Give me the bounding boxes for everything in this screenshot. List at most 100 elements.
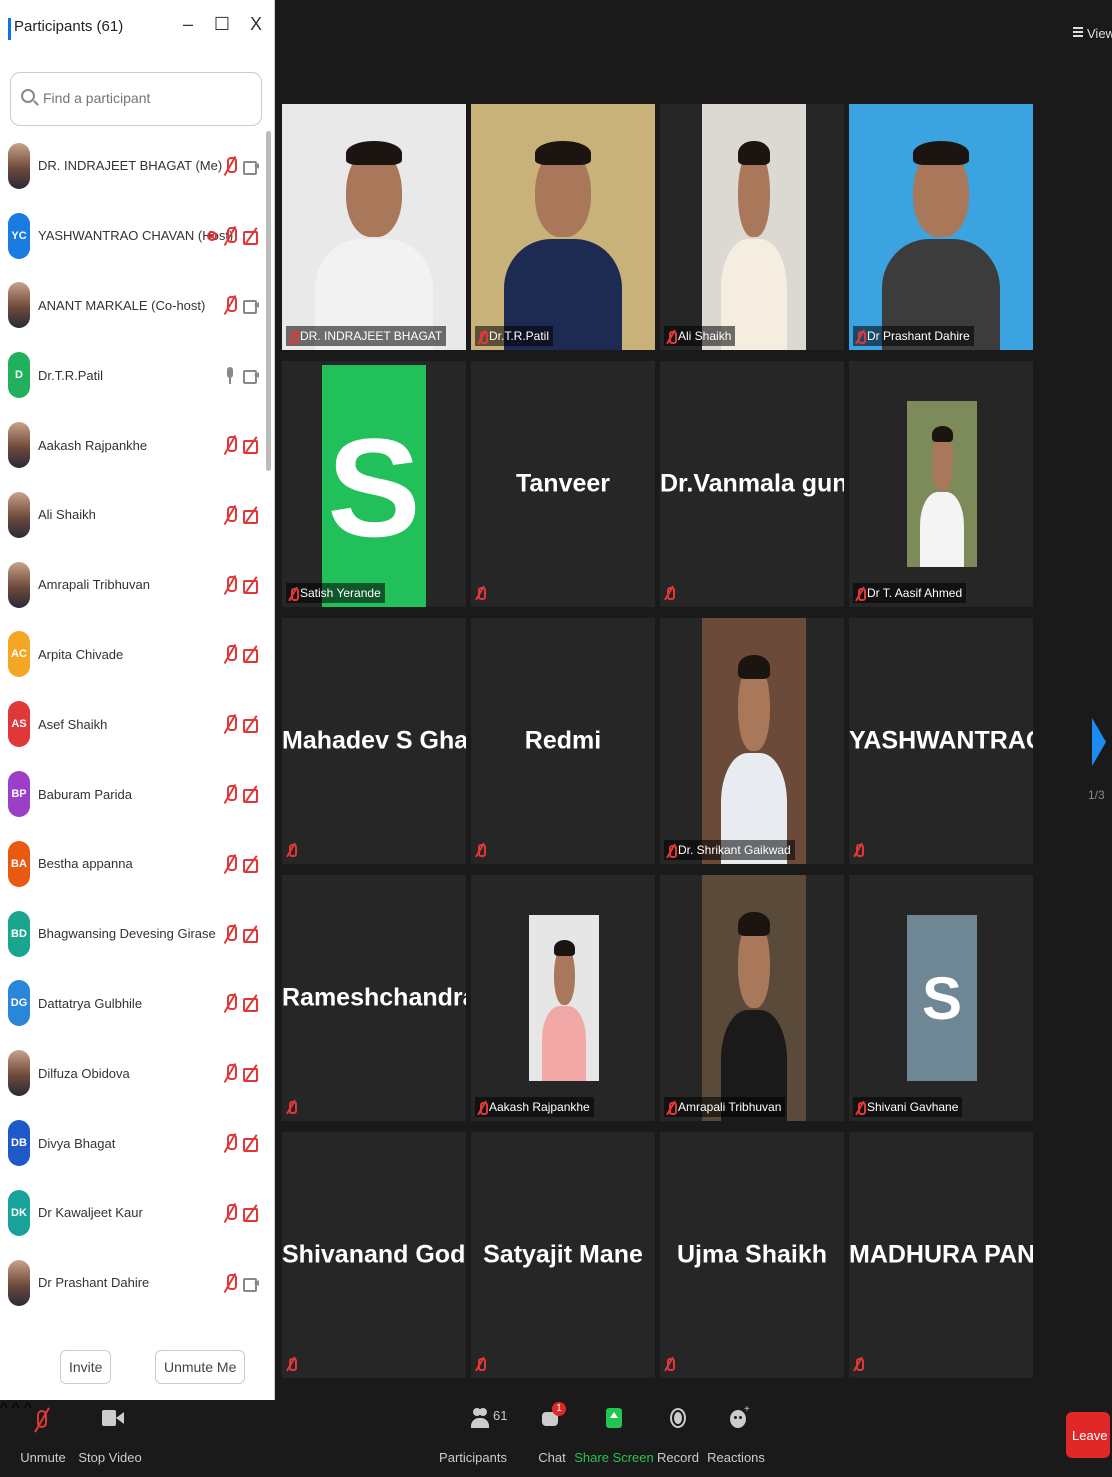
- mic-muted-icon: [223, 575, 237, 595]
- video-tile[interactable]: DR. INDRAJEET BHAGAT: [282, 104, 466, 350]
- view-label: View: [1087, 25, 1112, 41]
- participant-list-scrollbar[interactable]: [266, 131, 271, 471]
- participant-row[interactable]: Ali Shaikh: [0, 480, 265, 550]
- participant-video: [849, 104, 1033, 350]
- video-tile[interactable]: Ali Shaikh: [660, 104, 844, 350]
- video-options-caret-icon[interactable]: ^: [12, 1400, 20, 1417]
- participant-row[interactable]: D Dr.T.R.Patil: [0, 340, 265, 410]
- participant-row[interactable]: BA Bestha appanna: [0, 829, 265, 899]
- chat-button[interactable]: 1 Chat: [532, 1400, 572, 1477]
- next-page-arrow-icon[interactable]: [1092, 718, 1106, 766]
- mic-muted-icon: [223, 644, 237, 664]
- participant-row[interactable]: AS Asef Shaikh: [0, 689, 265, 759]
- unmute-me-button[interactable]: Unmute Me: [155, 1350, 246, 1384]
- page-indicator: 1/3: [1088, 788, 1105, 802]
- close-button[interactable]: X: [246, 14, 266, 35]
- participant-status-icons: [223, 505, 259, 525]
- video-tile[interactable]: S Shivani Gavhane: [849, 875, 1033, 1121]
- tile-display-name: Shivanand Gode...: [282, 1240, 466, 1269]
- video-tile[interactable]: MADHURA PAN...: [849, 1132, 1033, 1378]
- avatar: DK: [8, 1189, 30, 1236]
- tile-name: Shivani Gavhane: [867, 1100, 959, 1114]
- mic-muted-icon: [223, 854, 237, 874]
- mic-muted-icon: [223, 1133, 237, 1153]
- participant-row[interactable]: Dilfuza Obidova: [0, 1038, 265, 1108]
- participant-row[interactable]: Aakash Rajpankhe: [0, 410, 265, 480]
- tile-name: Ali Shaikh: [678, 329, 732, 343]
- audio-options-caret-icon[interactable]: ^: [0, 1400, 8, 1417]
- mic-muted-icon: [855, 586, 866, 602]
- reactions-button[interactable]: + Reactions: [707, 1400, 765, 1477]
- participant-row[interactable]: ANANT MARKALE (Co-host): [0, 271, 265, 341]
- tile-display-name: Tanveer: [515, 469, 611, 498]
- chat-icon: 1: [532, 1400, 572, 1440]
- tile-name: Aakash Rajpankhe: [489, 1100, 590, 1114]
- share-screen-button[interactable]: Share Screen: [574, 1400, 654, 1477]
- mic-muted-icon: [666, 1100, 677, 1116]
- participant-video: [702, 875, 806, 1121]
- video-tile[interactable]: Dr Prashant Dahire: [849, 104, 1033, 350]
- mic-muted-icon: [223, 1063, 237, 1083]
- person-hair: [738, 654, 770, 680]
- camera-off-icon: [243, 716, 259, 734]
- video-tile[interactable]: Dr.T.R.Patil: [471, 104, 655, 350]
- record-button[interactable]: Record: [657, 1400, 699, 1477]
- video-tile[interactable]: Shivanand Gode...: [282, 1132, 466, 1378]
- tile-name: Dr.T.R.Patil: [489, 329, 550, 343]
- participant-row[interactable]: DK Dr Kawaljeet Kaur: [0, 1178, 265, 1248]
- participant-row[interactable]: YC YASHWANTRAO CHAVAN (Host): [0, 201, 265, 271]
- video-tile[interactable]: Amrapali Tribhuvan: [660, 875, 844, 1121]
- search-box[interactable]: [10, 72, 262, 126]
- camera-off-icon: [243, 437, 259, 455]
- video-tile[interactable]: Rameshchandra....: [282, 875, 466, 1121]
- participants-button[interactable]: 61 Participants: [439, 1400, 507, 1477]
- participant-row[interactable]: Amrapali Tribhuvan: [0, 550, 265, 620]
- maximize-button[interactable]: ☐: [212, 14, 232, 35]
- avatar: BP: [8, 771, 30, 818]
- participants-panel: Participants (61) – ☐ X DR. INDRAJEET BH…: [0, 0, 275, 1413]
- video-tile[interactable]: Satyajit Mane: [471, 1132, 655, 1378]
- participant-row[interactable]: BD Bhagwansing Devesing Girase: [0, 899, 265, 969]
- participant-status-icons: [223, 156, 259, 176]
- video-tile[interactable]: Redmi: [471, 618, 655, 864]
- participant-row[interactable]: Dr Prashant Dahire: [0, 1248, 265, 1318]
- avatar: YC: [8, 212, 30, 259]
- tile-display-name: Ujma Shaikh: [676, 1240, 828, 1269]
- participant-row[interactable]: BP Baburam Parida: [0, 759, 265, 829]
- invite-button[interactable]: Invite: [60, 1350, 112, 1384]
- video-tile[interactable]: Tanveer: [471, 361, 655, 607]
- share-screen-label: Share Screen: [574, 1450, 654, 1465]
- video-tile[interactable]: Mahadev S Ghatul: [282, 618, 466, 864]
- unmute-button[interactable]: Unmute: [20, 1400, 66, 1477]
- participant-row[interactable]: AC Arpita Chivade: [0, 620, 265, 690]
- view-button[interactable]: View: [1073, 22, 1112, 44]
- video-tile[interactable]: Aakash Rajpankhe: [471, 875, 655, 1121]
- leave-button[interactable]: Leave: [1066, 1412, 1110, 1458]
- video-tile[interactable]: Dr. Shrikant Gaikwad: [660, 618, 844, 864]
- record-label: Record: [657, 1450, 699, 1465]
- person-hair: [738, 140, 770, 166]
- person-body: [919, 492, 965, 567]
- mic-muted-icon: [853, 842, 864, 858]
- camera-off-icon: [243, 1135, 259, 1153]
- participant-row[interactable]: DR. INDRAJEET BHAGAT (Me): [0, 131, 265, 201]
- search-input[interactable]: [41, 73, 256, 123]
- participant-row[interactable]: DG Dattatrya Gulbhile: [0, 969, 265, 1039]
- mic-muted-icon: [475, 842, 486, 858]
- video-tile[interactable]: Ujma Shaikh: [660, 1132, 844, 1378]
- video-tile[interactable]: S Satish Yerande: [282, 361, 466, 607]
- participant-video: [702, 104, 806, 350]
- video-tile[interactable]: Dr.Vanmala gun...: [660, 361, 844, 607]
- video-tile[interactable]: YASHWANTRAO...: [849, 618, 1033, 864]
- stop-video-button[interactable]: Stop Video: [78, 1400, 142, 1477]
- participant-row[interactable]: DB Divya Bhagat: [0, 1108, 265, 1178]
- mic-muted-icon: [855, 1100, 866, 1116]
- video-tile[interactable]: Dr T. Aasif Ahmed: [849, 361, 1033, 607]
- participant-status-icons: [223, 644, 259, 664]
- tile-name-label: Aakash Rajpankhe: [475, 1097, 594, 1117]
- meeting-toolbar: Unmute ^ Stop Video ^ 61 Participants ^ …: [0, 1400, 1112, 1477]
- minimize-button[interactable]: –: [178, 14, 198, 35]
- participant-status-icons: [223, 435, 259, 455]
- participant-status-icons: [223, 1273, 259, 1293]
- participant-status-icons: [223, 784, 259, 804]
